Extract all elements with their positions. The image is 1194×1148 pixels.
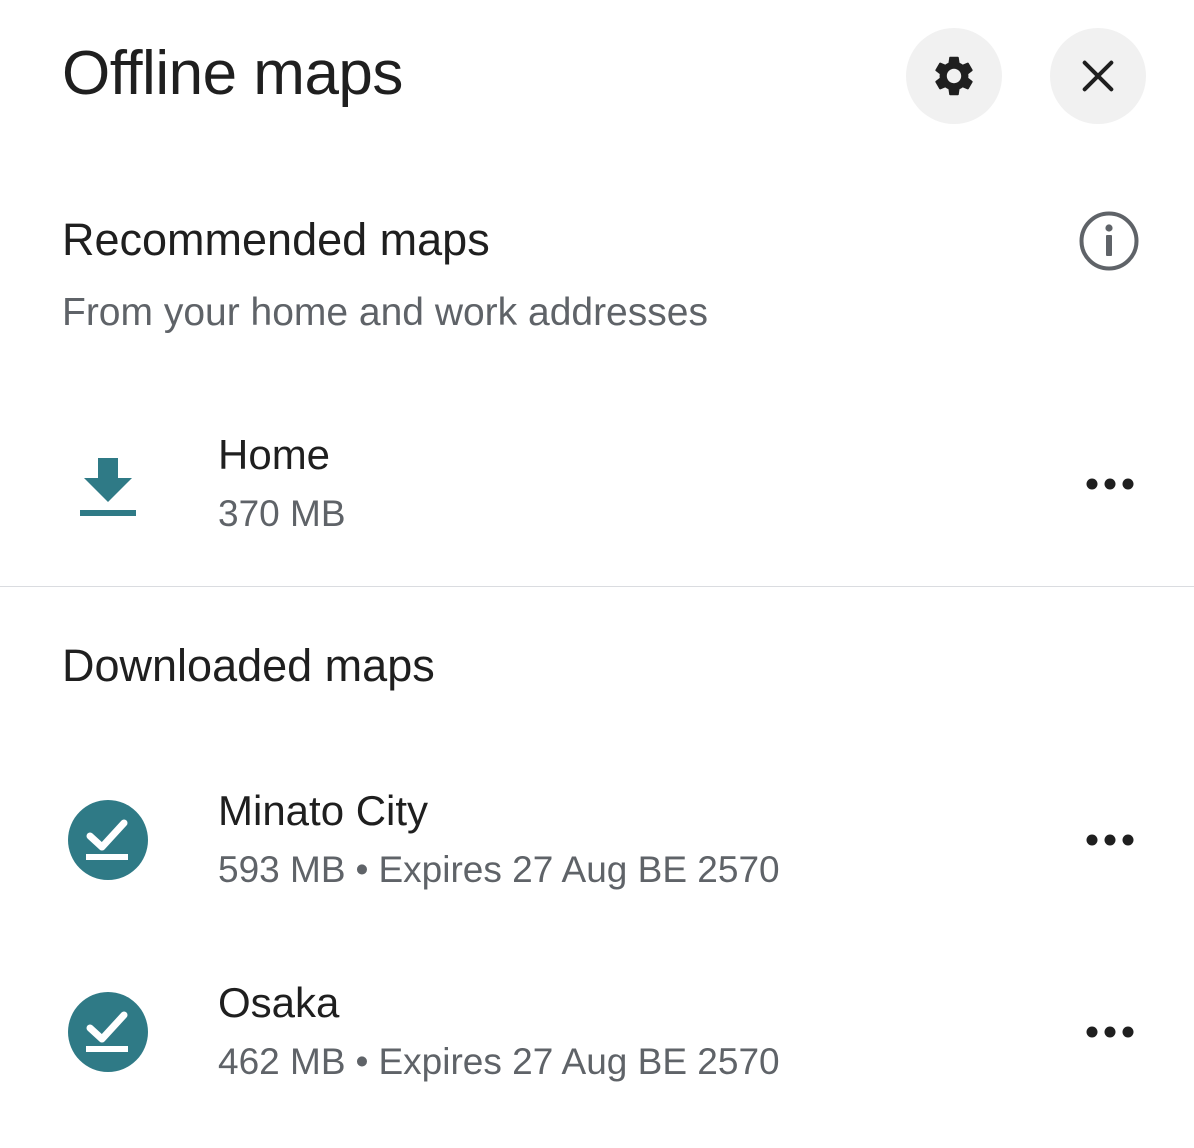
downloaded-maps-heading: Downloaded maps <box>62 640 435 691</box>
more-horizontal-icon <box>1086 834 1134 846</box>
info-icon[interactable] <box>1078 210 1140 272</box>
gear-icon <box>935 56 973 96</box>
more-horizontal-icon <box>1086 478 1134 490</box>
more-options-button[interactable] <box>1074 1008 1146 1056</box>
meta-separator: • <box>355 1041 369 1082</box>
meta-separator: • <box>355 849 369 890</box>
list-item-minato-city[interactable]: Minato City 593 MB • Expires 27 Aug BE 257… <box>0 772 1194 912</box>
map-meta: 462 MB • Expires 27 Aug BE 2570 <box>218 1038 780 1086</box>
close-icon <box>1082 60 1114 92</box>
section-divider <box>0 586 1194 587</box>
map-meta: 593 MB • Expires 27 Aug BE 2570 <box>218 846 780 894</box>
map-size: 593 MB <box>218 849 346 890</box>
list-item-osaka[interactable]: Osaka 462 MB • Expires 27 Aug BE 2570 <box>0 964 1194 1104</box>
map-size: 370 MB <box>218 493 346 534</box>
map-name: Home <box>218 431 331 478</box>
recommended-maps-heading: Recommended maps <box>62 214 490 265</box>
download-icon <box>80 458 136 516</box>
map-expiry: Expires 27 Aug BE 2570 <box>378 849 780 890</box>
more-options-button[interactable] <box>1074 460 1146 508</box>
settings-button[interactable] <box>906 28 1002 124</box>
downloaded-check-icon <box>68 800 148 880</box>
map-size: 462 MB <box>218 1041 346 1082</box>
more-options-button[interactable] <box>1074 816 1146 864</box>
map-name: Osaka <box>218 979 340 1026</box>
more-horizontal-icon <box>1086 1026 1134 1038</box>
downloaded-check-icon <box>68 992 148 1072</box>
map-name: Minato City <box>218 787 429 834</box>
page-title: Offline maps <box>62 39 403 108</box>
recommended-maps-subtitle: From your home and work addresses <box>62 291 708 334</box>
close-button[interactable] <box>1050 28 1146 124</box>
map-expiry: Expires 27 Aug BE 2570 <box>378 1041 780 1082</box>
list-item-home[interactable]: Home 370 MB <box>0 416 1194 556</box>
